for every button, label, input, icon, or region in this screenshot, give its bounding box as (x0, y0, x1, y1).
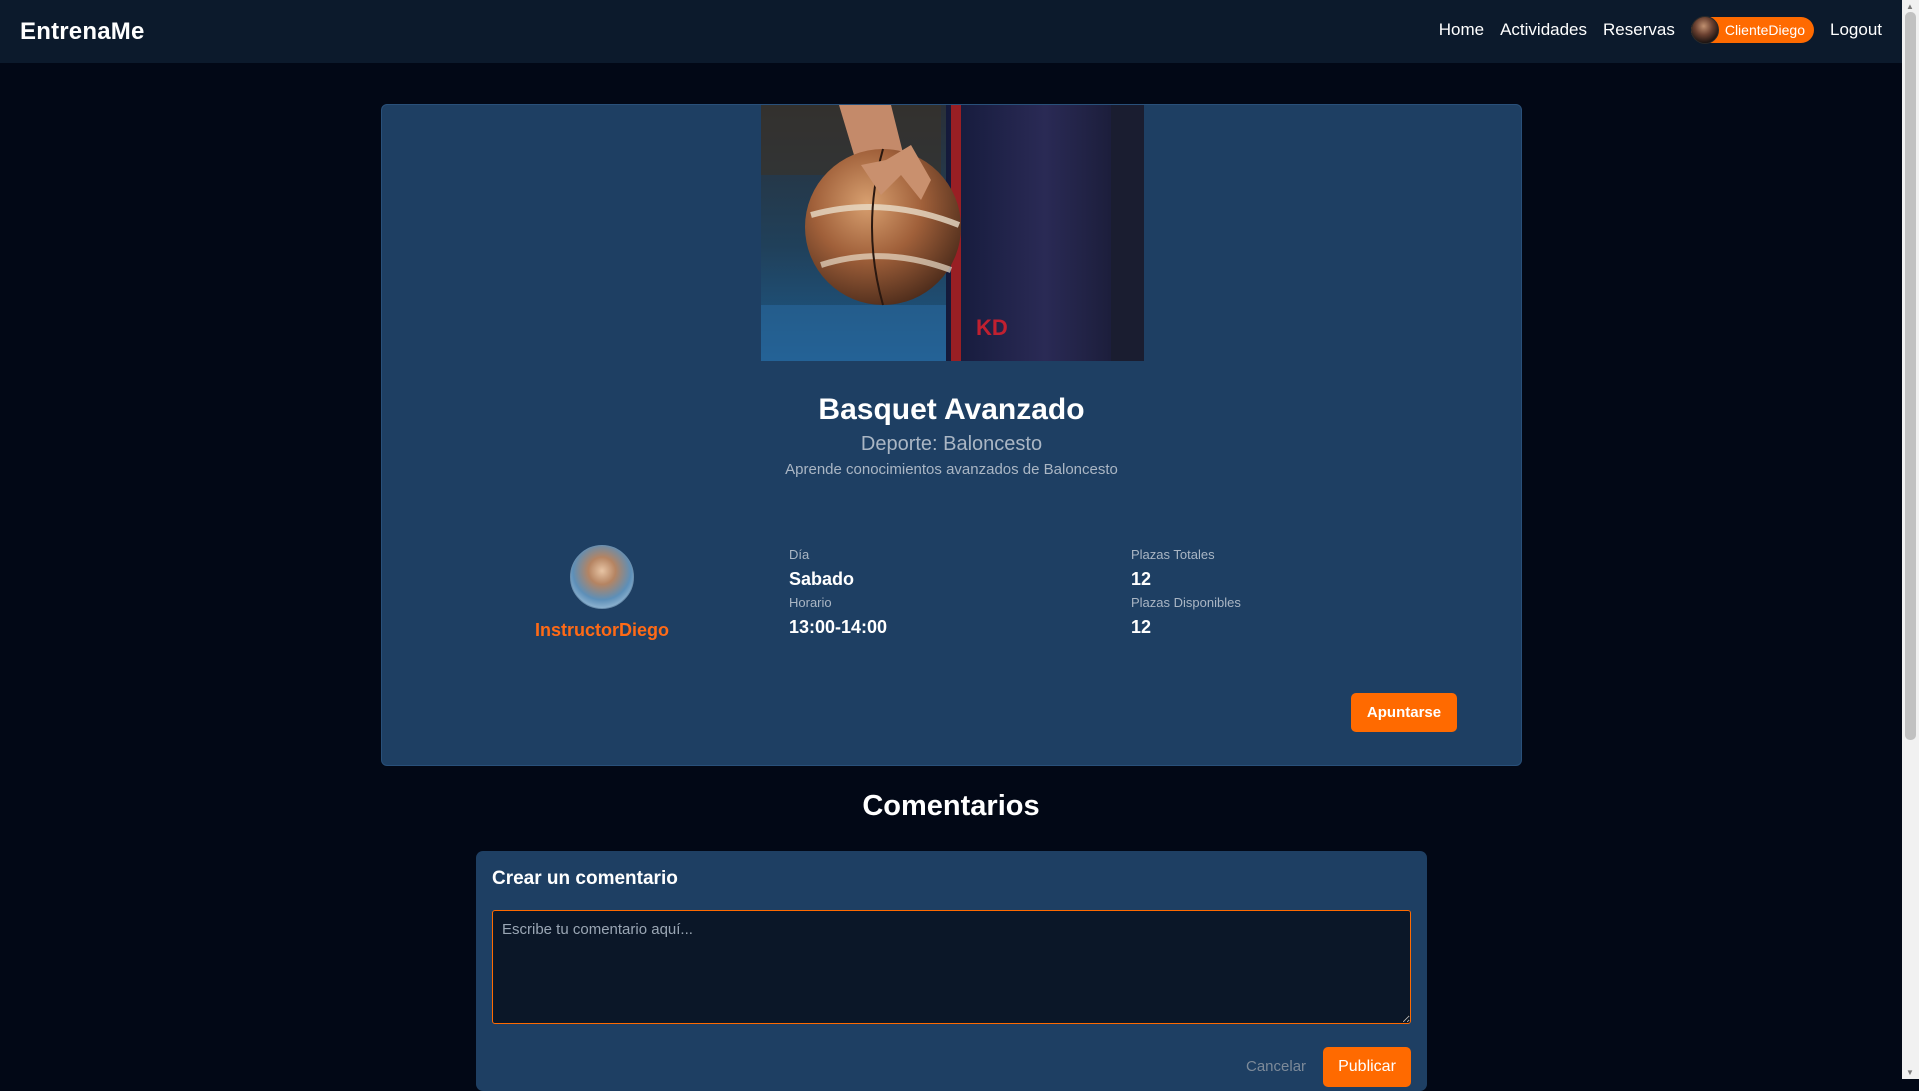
instructor-avatar-icon (570, 545, 634, 609)
join-activity-button[interactable]: Apuntarse (1351, 693, 1457, 732)
create-comment-card: Crear un comentario Cancelar Publicar (476, 851, 1427, 1091)
activity-description: Aprende conocimientos avanzados de Balon… (785, 461, 1118, 478)
svg-text:KD: KD (976, 315, 1008, 340)
scroll-up-icon[interactable]: ▲ (1906, 2, 1914, 11)
comments-title: Comentarios (862, 790, 1040, 822)
activity-card: KD Basquet Avanzado Deporte: Baloncesto … (381, 104, 1522, 766)
total-spots-value: 12 (1131, 569, 1152, 589)
activity-sport: Deporte: Baloncesto (860, 433, 1043, 455)
user-menu-button[interactable]: ClienteDiego (1690, 15, 1814, 44)
scroll-down-icon[interactable]: ▼ (1906, 1068, 1914, 1077)
navbar: EntrenaMe Home Actividades Reservas Clie… (0, 0, 1902, 63)
schedule-label: Horario (789, 595, 832, 610)
nav-links: Home Actividades Reservas ClienteDiego L… (1439, 15, 1882, 44)
nav-reservations-link[interactable]: Reservas (1603, 20, 1675, 40)
activity-hero-image: KD (761, 105, 1144, 361)
user-name: ClienteDiego (1724, 21, 1805, 38)
nav-activities-link[interactable]: Actividades (1500, 20, 1587, 40)
instructor-block[interactable]: InstructorDiego (522, 545, 682, 641)
available-spots-value: 12 (1131, 617, 1152, 637)
page-scrollbar[interactable]: ▲ ▼ (1902, 0, 1919, 1079)
day-label: Día (789, 547, 810, 562)
create-comment-heading: Crear un comentario (492, 868, 678, 889)
instructor-name[interactable]: InstructorDiego (522, 620, 682, 641)
cancel-comment-button[interactable]: Cancelar (1246, 1058, 1306, 1075)
brand-logo[interactable]: EntrenaMe (20, 18, 145, 46)
nav-home-link[interactable]: Home (1439, 20, 1484, 40)
user-avatar-icon (1690, 15, 1719, 44)
schedule-value: 13:00-14:00 (789, 617, 888, 637)
basketball-photo: KD (761, 105, 1144, 361)
activity-title: Basquet Avanzado (818, 393, 1085, 426)
logout-link[interactable]: Logout (1830, 20, 1882, 40)
scroll-thumb[interactable] (1905, 12, 1916, 740)
available-spots-label: Plazas Disponibles (1131, 595, 1241, 610)
day-value: Sabado (789, 569, 855, 589)
comment-input[interactable] (492, 910, 1411, 1024)
publish-comment-button[interactable]: Publicar (1323, 1047, 1411, 1087)
total-spots-label: Plazas Totales (1131, 547, 1215, 562)
